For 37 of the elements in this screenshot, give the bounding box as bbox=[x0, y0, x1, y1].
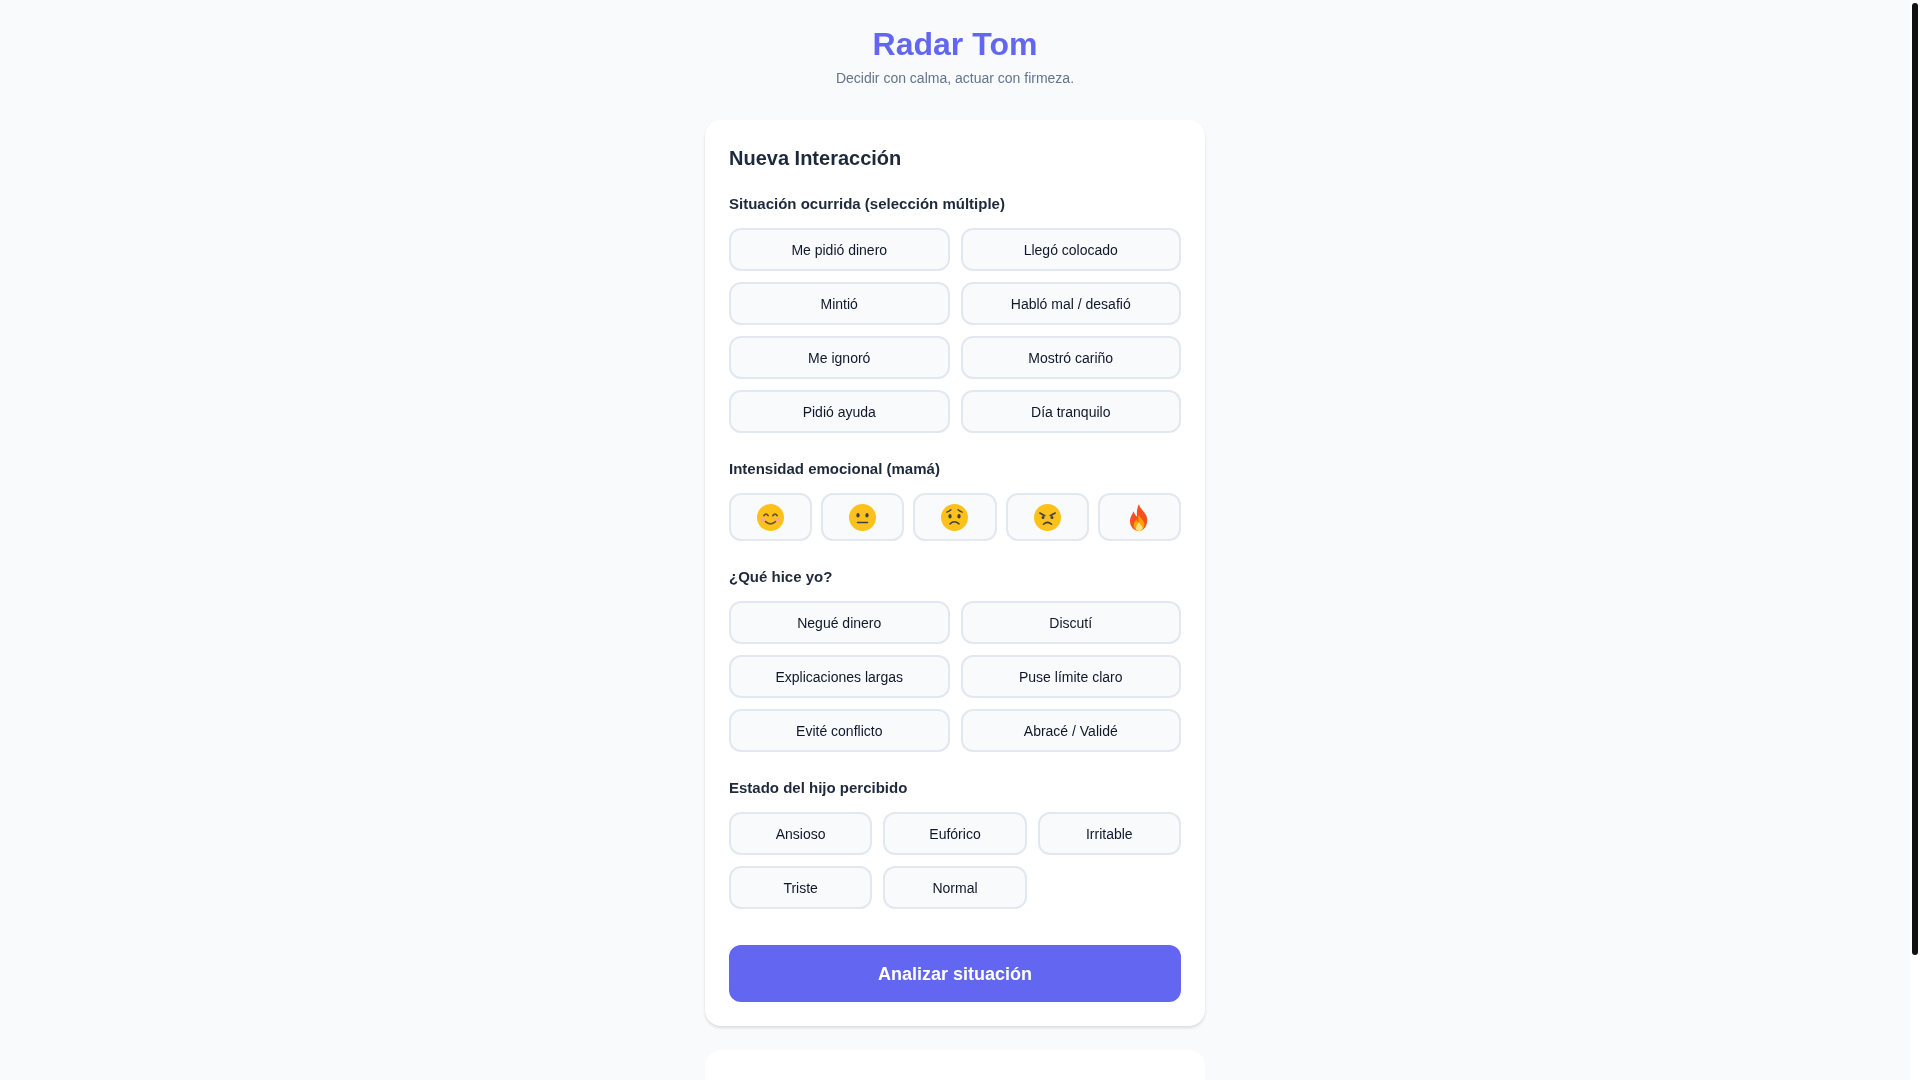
option-chip[interactable]: Ansioso bbox=[729, 812, 873, 855]
option-chip[interactable]: Explicaciones largas bbox=[729, 655, 950, 698]
option-chip[interactable]: Abracé / Validé bbox=[960, 709, 1181, 752]
section-label: ¿Qué hice yo? bbox=[729, 567, 834, 587]
option-chip[interactable]: Me ignoró bbox=[729, 336, 950, 379]
option-chip[interactable]: Habló mal / desafió bbox=[960, 282, 1181, 325]
section-label: Situación ocurrida (selección múltiple) bbox=[729, 194, 1006, 214]
scrollbar-thumb[interactable] bbox=[1912, 3, 1918, 955]
intensity-option[interactable] bbox=[729, 493, 813, 541]
section-label: Intensidad emocional (mamá) bbox=[729, 459, 941, 479]
option-chip[interactable]: Me pidió dinero bbox=[729, 228, 950, 271]
analyze-button[interactable]: Analizar situación bbox=[729, 945, 1181, 1002]
intensity-option[interactable] bbox=[1097, 493, 1181, 541]
option-chip[interactable]: Evité conflicto bbox=[729, 709, 950, 752]
smiling-face-icon bbox=[757, 503, 785, 531]
option-chip[interactable]: Discutí bbox=[960, 601, 1181, 644]
option-chip[interactable]: Eufórico bbox=[883, 812, 1027, 855]
worried-face-icon bbox=[941, 503, 969, 531]
app-subtitle: Decidir con calma, actuar con firmeza. bbox=[835, 69, 1075, 88]
angry-face-icon bbox=[1033, 503, 1061, 531]
intensity-option[interactable] bbox=[821, 493, 905, 541]
option-chip[interactable]: Día tranquilo bbox=[960, 390, 1181, 433]
intensity-option[interactable] bbox=[1005, 493, 1089, 541]
option-chip[interactable]: Normal bbox=[883, 866, 1027, 909]
option-chip[interactable]: Mostró cariño bbox=[960, 336, 1181, 379]
section-label: Estado del hijo percibido bbox=[729, 778, 909, 798]
intensity-option[interactable] bbox=[913, 493, 997, 541]
card-title: Nueva Interacción bbox=[729, 146, 903, 171]
option-chip[interactable]: Mintió bbox=[729, 282, 950, 325]
neutral-face-icon bbox=[849, 503, 877, 531]
option-chip[interactable]: Llegó colocado bbox=[960, 228, 1181, 271]
option-chip[interactable]: Irritable bbox=[1037, 812, 1181, 855]
option-chip[interactable]: Puse límite claro bbox=[960, 655, 1181, 698]
option-chip[interactable]: Negué dinero bbox=[729, 601, 950, 644]
option-chip[interactable]: Pidió ayuda bbox=[729, 390, 950, 433]
app-title: Radar Tom bbox=[872, 25, 1038, 64]
option-chip[interactable]: Triste bbox=[729, 866, 873, 909]
